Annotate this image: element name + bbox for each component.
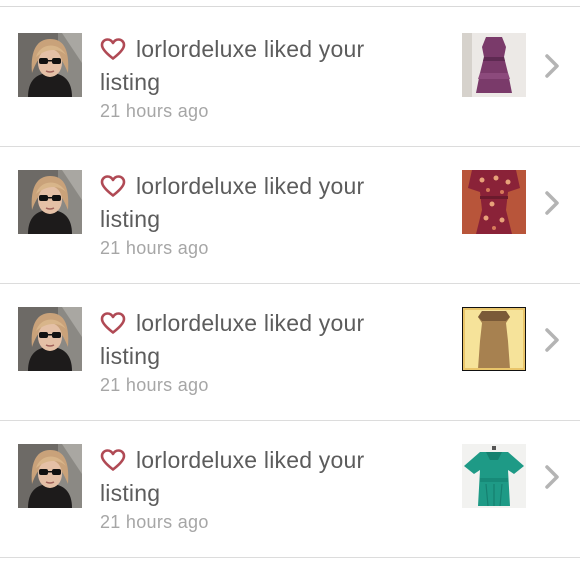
chevron-right-icon[interactable]: [542, 464, 562, 490]
action-text: liked your: [263, 36, 365, 62]
user-avatar[interactable]: [18, 33, 82, 97]
object-text: listing: [100, 69, 161, 95]
listing-thumbnail[interactable]: [462, 444, 526, 508]
notification-list: lorlordeluxe liked your listing 21 hours…: [0, 10, 580, 558]
action-text: liked your: [263, 173, 365, 199]
notification-row[interactable]: lorlordeluxe liked your listing 21 hours…: [0, 284, 580, 421]
object-text: listing: [100, 480, 161, 506]
notification-row[interactable]: lorlordeluxe liked your listing 21 hours…: [0, 147, 580, 284]
notification-message: lorlordeluxe liked your listing: [100, 170, 430, 236]
username[interactable]: lorlordeluxe: [136, 310, 257, 336]
user-avatar[interactable]: [18, 170, 82, 234]
timestamp: 21 hours ago: [100, 512, 209, 532]
action-text: liked your: [263, 447, 365, 473]
top-divider: [0, 6, 580, 7]
timestamp: 21 hours ago: [100, 238, 209, 258]
action-text: liked your: [263, 310, 365, 336]
notification-row[interactable]: lorlordeluxe liked your listing 21 hours…: [0, 10, 580, 147]
listing-thumbnail[interactable]: [462, 170, 526, 234]
timestamp: 21 hours ago: [100, 375, 209, 395]
object-text: listing: [100, 206, 161, 232]
chevron-right-icon[interactable]: [542, 190, 562, 216]
notification-message: lorlordeluxe liked your listing: [100, 444, 430, 510]
notification-message: lorlordeluxe liked your listing: [100, 307, 430, 373]
user-avatar[interactable]: [18, 444, 82, 508]
listing-thumbnail[interactable]: [462, 33, 526, 97]
timestamp: 21 hours ago: [100, 101, 209, 121]
user-avatar[interactable]: [18, 307, 82, 371]
chevron-right-icon[interactable]: [542, 327, 562, 353]
username[interactable]: lorlordeluxe: [136, 447, 257, 473]
notification-row[interactable]: lorlordeluxe liked your listing 21 hours…: [0, 421, 580, 558]
object-text: listing: [100, 343, 161, 369]
chevron-right-icon[interactable]: [542, 53, 562, 79]
listing-thumbnail[interactable]: [462, 307, 526, 371]
username[interactable]: lorlordeluxe: [136, 36, 257, 62]
username[interactable]: lorlordeluxe: [136, 173, 257, 199]
notification-message: lorlordeluxe liked your listing: [100, 33, 430, 99]
